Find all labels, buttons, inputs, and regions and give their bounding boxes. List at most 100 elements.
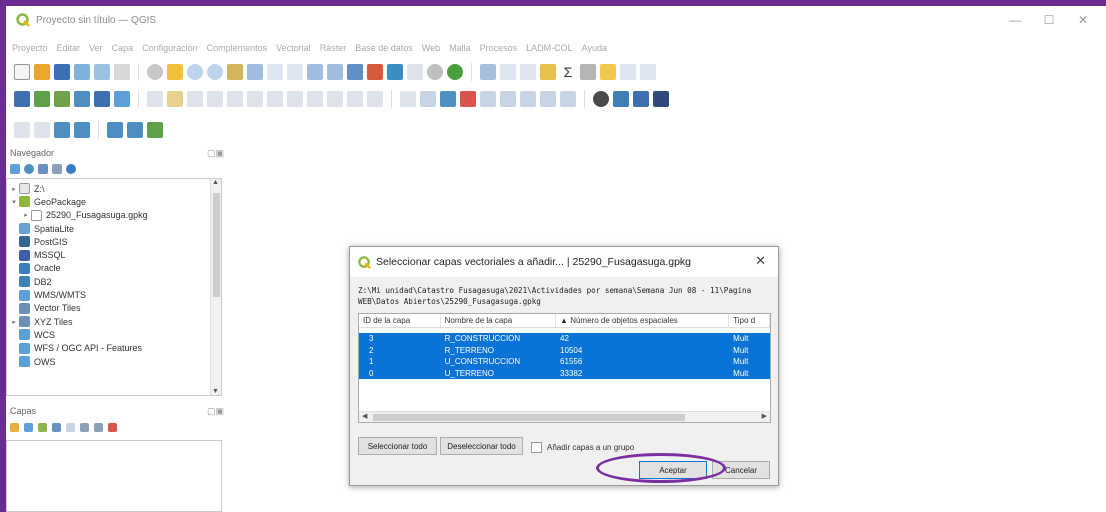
browser-item[interactable]: MSSQL — [7, 248, 221, 261]
zoom-selection-icon[interactable] — [247, 64, 263, 80]
menu-11[interactable]: Procesos — [480, 43, 518, 53]
plugin-icon[interactable] — [593, 91, 609, 107]
style-manager-icon[interactable] — [114, 64, 130, 80]
maximize-button[interactable]: ☐ — [1032, 10, 1066, 30]
dock-float-icon[interactable]: ▢▣ — [207, 406, 224, 417]
add-postgis-layer-icon[interactable] — [74, 91, 90, 107]
scroll-right-arrow-icon[interactable]: ▶ — [762, 412, 767, 420]
browser-item[interactable]: WCS — [7, 328, 221, 341]
map-tips-icon[interactable] — [600, 64, 616, 80]
zoom-last-icon[interactable] — [307, 64, 323, 80]
expanded-arrow-icon[interactable]: ▾ — [9, 198, 19, 206]
add-to-group-checkbox[interactable]: Añadir capas a un grupo — [531, 442, 634, 453]
new-project-icon[interactable] — [14, 64, 30, 80]
table-row[interactable]: 0 U_TERRENO 33382 Mult — [359, 367, 770, 379]
horizontal-scrollbar[interactable]: ◀ ▶ — [359, 411, 770, 422]
measure-icon[interactable] — [580, 64, 596, 80]
save-edits-icon[interactable] — [187, 91, 203, 107]
browser-item[interactable]: Vector Tiles — [7, 302, 221, 315]
copy-features-icon[interactable] — [307, 91, 323, 107]
highlight-labels-icon[interactable] — [460, 91, 476, 107]
menu-3[interactable]: Capa — [112, 43, 134, 53]
clock-icon[interactable] — [427, 64, 443, 80]
open-table-icon[interactable] — [107, 122, 123, 138]
zoom-out-icon[interactable] — [207, 64, 223, 80]
new-map-view-icon[interactable] — [347, 64, 363, 80]
toggle-editing-icon[interactable] — [167, 91, 183, 107]
rotate-label-icon[interactable] — [500, 91, 516, 107]
zoom-next-icon[interactable] — [327, 64, 343, 80]
pan-icon[interactable] — [147, 64, 163, 80]
menu-13[interactable]: Ayuda — [582, 43, 607, 53]
filter-icon[interactable] — [127, 122, 143, 138]
expand-all-icon[interactable] — [80, 422, 89, 432]
dock-float-icon[interactable]: ▢▣ — [207, 148, 224, 159]
browser-item[interactable]: ▸ 25290_Fusagasuga.gpkg — [7, 209, 221, 222]
scroll-up-arrow-icon[interactable]: ▲ — [212, 179, 219, 186]
dialog-close-icon[interactable]: ✕ — [755, 253, 766, 269]
scroll-left-arrow-icon[interactable]: ◀ — [362, 412, 367, 420]
vertex-tool-icon[interactable] — [247, 91, 263, 107]
identify-icon[interactable] — [480, 64, 496, 80]
undo-icon[interactable] — [347, 91, 363, 107]
paste-features-icon[interactable] — [327, 91, 343, 107]
add-raster-layer-icon[interactable] — [54, 91, 70, 107]
column-header-name[interactable]: Nombre de la capa — [441, 314, 557, 327]
zoom-full-icon[interactable] — [227, 64, 243, 80]
open-project-icon[interactable] — [34, 64, 50, 80]
menu-5[interactable]: Complementos — [207, 43, 268, 53]
show-bookmarks-icon[interactable] — [407, 64, 423, 80]
show-hide-labels-icon[interactable] — [540, 91, 556, 107]
properties-icon[interactable] — [66, 164, 76, 174]
cut-features-icon[interactable] — [287, 91, 303, 107]
add-vector-layer-icon[interactable] — [34, 91, 50, 107]
add-spatialite-layer-icon[interactable] — [94, 91, 110, 107]
text-annotation-icon[interactable] — [620, 64, 636, 80]
minimize-button[interactable]: — — [998, 10, 1032, 30]
current-edits-icon[interactable] — [147, 91, 163, 107]
close-button[interactable]: ✕ — [1066, 10, 1100, 30]
menu-0[interactable]: Proyecto — [12, 43, 48, 53]
menu-2[interactable]: Ver — [89, 43, 103, 53]
collapsed-arrow-icon[interactable]: ▸ — [9, 318, 19, 326]
zoom-native-icon[interactable] — [287, 64, 303, 80]
new-layout-icon[interactable] — [74, 64, 90, 80]
move-label-icon[interactable] — [480, 91, 496, 107]
browser-item[interactable]: SpatiaLite — [7, 222, 221, 235]
remove-layer-icon[interactable] — [108, 422, 117, 432]
menu-12[interactable]: LADM-COL — [526, 43, 573, 53]
vertical-scrollbar[interactable]: ▲ ▼ — [210, 179, 221, 395]
browser-item[interactable]: DB2 — [7, 275, 221, 288]
menu-4[interactable]: Configuración — [142, 43, 198, 53]
filter-expression-icon[interactable] — [66, 422, 75, 432]
select-features-icon[interactable] — [500, 64, 516, 80]
scroll-down-arrow-icon[interactable]: ▼ — [212, 388, 219, 395]
redo-icon[interactable] — [367, 91, 383, 107]
add-feature-icon[interactable] — [227, 91, 243, 107]
collapsed-arrow-icon[interactable]: ▸ — [21, 211, 31, 219]
data-source-manager-icon[interactable] — [14, 91, 30, 107]
digitize-icon[interactable] — [207, 91, 223, 107]
filter-icon[interactable] — [38, 164, 48, 174]
field-calculator-icon[interactable] — [540, 64, 556, 80]
label-toolbar-icon[interactable] — [400, 91, 416, 107]
browser-item[interactable]: WFS / OGC API - Features — [7, 342, 221, 355]
browser-item[interactable]: PostGIS — [7, 235, 221, 248]
bookmark-icon[interactable] — [387, 64, 403, 80]
move-layer-icon[interactable] — [74, 122, 90, 138]
pan-to-selection-icon[interactable] — [167, 64, 183, 80]
checkbox-box[interactable] — [531, 442, 542, 453]
table-row[interactable]: 1 U_CONSTRUCCION 61556 Mult — [359, 356, 770, 368]
add-group-icon[interactable] — [24, 422, 33, 432]
annotation-icon[interactable] — [640, 64, 656, 80]
attribute-table-icon[interactable] — [520, 64, 536, 80]
browser-item[interactable]: OWS — [7, 355, 221, 368]
column-header-count[interactable]: ▲ Número de objetos espaciales — [556, 314, 730, 327]
menu-7[interactable]: Ráster — [320, 43, 347, 53]
group-tool-icon[interactable] — [34, 122, 50, 138]
layer-tool-icon[interactable] — [14, 122, 30, 138]
layers-tree[interactable] — [6, 440, 222, 512]
layout-manager-icon[interactable] — [94, 64, 110, 80]
collapse-all-icon[interactable] — [94, 422, 103, 432]
scroll-thumb[interactable] — [213, 193, 220, 297]
